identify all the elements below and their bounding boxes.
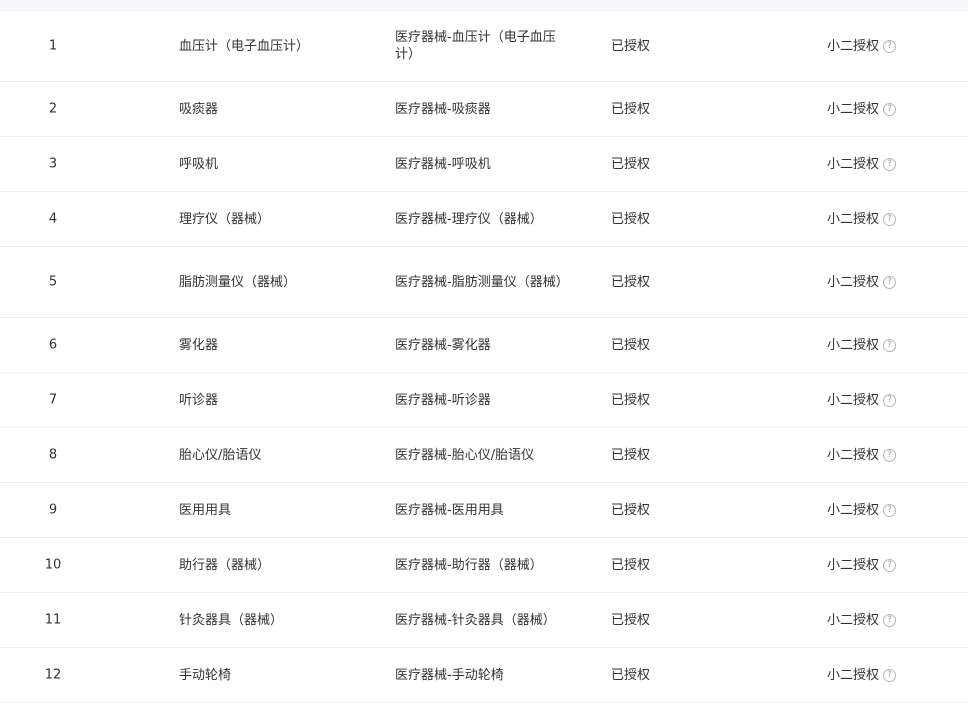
auth-type: 小二授权 xyxy=(827,156,967,173)
category-path: 医疗器械-雾化器 xyxy=(395,337,491,353)
table-row: 8 胎心仪/胎语仪 医疗器械-胎心仪/胎语仪 已授权 小二授权 xyxy=(0,428,968,483)
category-name: 针灸器具（器械） xyxy=(179,612,284,628)
row-index-text: 10 xyxy=(44,557,62,573)
help-circle-icon[interactable] xyxy=(883,338,897,352)
auth-type-label: 小二授权 xyxy=(827,447,880,463)
category-path: 医疗器械-助行器（器械） xyxy=(395,557,543,573)
auth-status: 已授权 xyxy=(611,502,651,518)
table-row: 9 医用用具 医疗器械-医用用具 已授权 小二授权 xyxy=(0,483,968,538)
category-path: 医疗器械-针灸器具（器械） xyxy=(395,612,556,628)
auth-status: 已授权 xyxy=(611,38,651,54)
help-circle-icon[interactable] xyxy=(883,558,897,572)
auth-type: 小二授权 xyxy=(827,274,967,291)
help-circle-icon[interactable] xyxy=(883,613,897,627)
category-name: 听诊器 xyxy=(179,392,219,408)
category-name: 呼吸机 xyxy=(179,156,219,172)
help-circle-icon[interactable] xyxy=(883,157,897,171)
category-path: 医疗器械-理疗仪（器械） xyxy=(395,211,543,227)
table-header-strip xyxy=(0,0,968,11)
category-name: 理疗仪（器械） xyxy=(179,211,271,227)
help-circle-icon[interactable] xyxy=(883,393,897,407)
category-path: 医疗器械-呼吸机 xyxy=(395,156,491,172)
auth-type-label: 小二授权 xyxy=(827,612,880,628)
category-path: 医疗器械-胎心仪/胎语仪 xyxy=(395,447,535,463)
auth-type-label: 小二授权 xyxy=(827,337,880,353)
table-row: 12 手动轮椅 医疗器械-手动轮椅 已授权 小二授权 xyxy=(0,648,968,703)
category-name: 吸痰器 xyxy=(179,101,219,117)
category-path: 医疗器械-吸痰器 xyxy=(395,101,491,117)
auth-type: 小二授权 xyxy=(827,612,967,629)
category-name: 医用用具 xyxy=(179,502,232,518)
help-circle-icon[interactable] xyxy=(883,503,897,517)
auth-status: 已授权 xyxy=(611,667,651,683)
auth-type-label: 小二授权 xyxy=(827,211,880,227)
auth-type-label: 小二授权 xyxy=(827,667,880,683)
auth-type: 小二授权 xyxy=(827,101,967,118)
category-path: 医疗器械-医用用具 xyxy=(395,502,504,518)
table-row: 4 理疗仪（器械） 医疗器械-理疗仪（器械） 已授权 小二授权 xyxy=(0,192,968,247)
auth-status: 已授权 xyxy=(611,211,651,227)
auth-status: 已授权 xyxy=(611,557,651,573)
row-index-text: 8 xyxy=(48,447,58,463)
auth-type: 小二授权 xyxy=(827,211,967,228)
help-circle-icon[interactable] xyxy=(883,212,897,226)
auth-type-label: 小二授权 xyxy=(827,38,880,54)
auth-status: 已授权 xyxy=(611,274,651,290)
row-index-text: 6 xyxy=(48,337,58,353)
auth-type: 小二授权 xyxy=(827,337,967,354)
row-index-text: 3 xyxy=(48,156,58,172)
help-circle-icon[interactable] xyxy=(883,102,897,116)
category-name: 手动轮椅 xyxy=(179,667,232,683)
table-row: 11 针灸器具（器械） 医疗器械-针灸器具（器械） 已授权 小二授权 xyxy=(0,593,968,648)
category-name: 助行器（器械） xyxy=(179,557,271,573)
row-index-text: 2 xyxy=(48,101,58,117)
auth-type-label: 小二授权 xyxy=(827,392,880,408)
auth-status: 已授权 xyxy=(611,612,651,628)
category-path: 医疗器械-手动轮椅 xyxy=(395,667,504,683)
help-circle-icon[interactable] xyxy=(883,275,897,289)
category-path: 医疗器械-血压计（电子血压计） xyxy=(395,30,556,62)
row-index-text: 5 xyxy=(48,274,58,290)
auth-type: 小二授权 xyxy=(827,38,967,55)
category-name: 脂肪测量仪（器械） xyxy=(179,274,297,290)
auth-status: 已授权 xyxy=(611,337,651,353)
row-index-text: 4 xyxy=(48,211,58,227)
row-index-text: 11 xyxy=(44,612,62,628)
auth-type-label: 小二授权 xyxy=(827,274,880,290)
category-path: 医疗器械-脂肪测量仪（器械） xyxy=(395,274,569,290)
auth-type: 小二授权 xyxy=(827,502,967,519)
auth-type-label: 小二授权 xyxy=(827,557,880,573)
auth-type: 小二授权 xyxy=(827,557,967,574)
auth-status: 已授权 xyxy=(611,101,651,117)
auth-type: 小二授权 xyxy=(827,667,967,684)
row-index-text: 12 xyxy=(44,667,62,683)
category-path: 医疗器械-听诊器 xyxy=(395,392,491,408)
row-index-text: 1 xyxy=(48,38,58,54)
table-row: 5 脂肪测量仪（器械） 医疗器械-脂肪测量仪（器械） 已授权 小二授权 xyxy=(0,247,968,318)
help-circle-icon[interactable] xyxy=(883,668,897,682)
auth-type-label: 小二授权 xyxy=(827,502,880,518)
auth-status: 已授权 xyxy=(611,156,651,172)
row-index-text: 9 xyxy=(48,502,58,518)
help-circle-icon[interactable] xyxy=(883,448,897,462)
auth-status: 已授权 xyxy=(611,392,651,408)
auth-type: 小二授权 xyxy=(827,392,967,409)
auth-type-label: 小二授权 xyxy=(827,156,880,172)
category-name: 雾化器 xyxy=(179,337,219,353)
category-name: 胎心仪/胎语仪 xyxy=(179,447,262,463)
row-index-text: 7 xyxy=(48,392,58,408)
auth-status: 已授权 xyxy=(611,447,651,463)
table-row: 3 呼吸机 医疗器械-呼吸机 已授权 小二授权 xyxy=(0,137,968,192)
table-row: 6 雾化器 医疗器械-雾化器 已授权 小二授权 xyxy=(0,318,968,373)
category-name: 血压计（电子血压计） xyxy=(179,38,310,54)
help-circle-icon[interactable] xyxy=(883,39,897,53)
table-row: 2 吸痰器 医疗器械-吸痰器 已授权 小二授权 xyxy=(0,82,968,137)
category-table: 1 血压计（电子血压计） 医疗器械-血压计（电子血压计） 已授权 小二授权 2 … xyxy=(0,11,968,703)
table-row: 1 血压计（电子血压计） 医疗器械-血压计（电子血压计） 已授权 小二授权 xyxy=(0,11,968,82)
auth-type: 小二授权 xyxy=(827,447,967,464)
auth-type-label: 小二授权 xyxy=(827,101,880,117)
table-row: 7 听诊器 医疗器械-听诊器 已授权 小二授权 xyxy=(0,373,968,428)
table-row: 10 助行器（器械） 医疗器械-助行器（器械） 已授权 小二授权 xyxy=(0,538,968,593)
